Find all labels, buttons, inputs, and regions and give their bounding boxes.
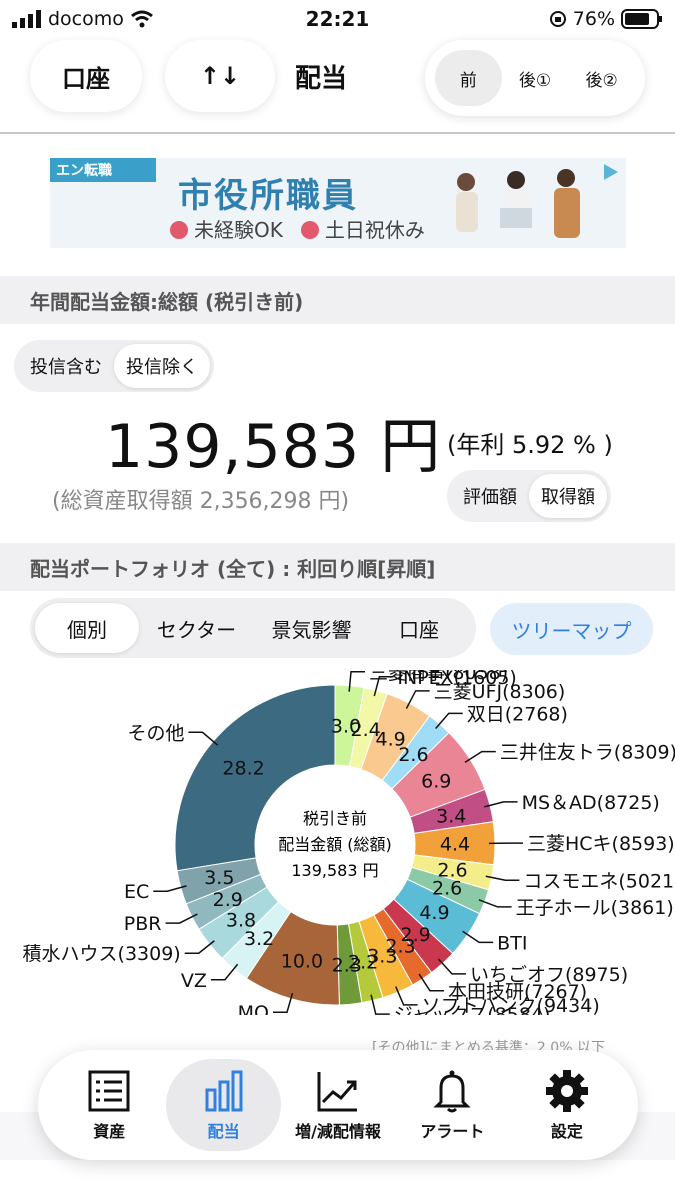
slice-name-label: 双日(2768)	[467, 703, 568, 725]
slice-name-label: MO	[238, 1002, 269, 1015]
tab-individual[interactable]: 個別	[35, 603, 139, 653]
slice-value-label: 6.9	[421, 771, 451, 793]
slice-name-label: 三菱UFJ(8306)	[434, 681, 566, 703]
slice-name-label: 三菱HCキ(8593)	[527, 833, 675, 855]
fund-include-option[interactable]: 投信含む	[18, 344, 114, 388]
slice-name-label: VZ	[181, 970, 207, 992]
bell-icon	[433, 1070, 472, 1113]
tab-sector[interactable]: セクター	[139, 603, 254, 653]
basis-toggle: 評価額 取得額	[447, 470, 611, 522]
basis-market-option[interactable]: 評価額	[451, 474, 529, 518]
slice-value-label: 3.5	[204, 867, 234, 889]
ad-headline: 市役所職員	[178, 176, 358, 216]
tax-option-after1[interactable]: 後①	[502, 50, 569, 106]
slice-value-label: 28.2	[222, 757, 264, 779]
ad-bullet-icon	[170, 221, 188, 239]
slice-value-label: 4.9	[419, 902, 449, 924]
slice-name-label: MS＆AD(8725)	[522, 792, 660, 814]
slice-name-label: コスモエネ(5021)	[523, 870, 675, 892]
slice-value-label: 3.8	[226, 910, 256, 932]
portfolio-section-header: 配当ポートフォリオ (全て) : 利回り順[昇順]	[0, 543, 675, 591]
ad-people-illustration	[456, 169, 580, 238]
fund-exclude-option[interactable]: 投信除く	[114, 344, 210, 388]
trend-up-icon	[317, 1072, 358, 1112]
fund-toggle: 投信含む 投信除く	[14, 340, 214, 392]
ad-choices-icon[interactable]	[600, 162, 620, 182]
ad-bullet-icon	[300, 221, 319, 239]
top-nav: 口座 ↑↓ 配当 前 後① 後②	[0, 20, 675, 132]
tax-option-before[interactable]: 前	[435, 50, 502, 106]
list-icon	[88, 1070, 130, 1112]
tab-settings[interactable]: 設定	[510, 1059, 624, 1151]
ad-point-2: 土日祝休み	[324, 218, 425, 242]
nav-divider	[0, 132, 675, 134]
slice-name-label: BTI	[497, 932, 527, 954]
gear-icon	[545, 1070, 588, 1112]
slice-name-label: 積水ハウス(3309)	[23, 943, 181, 965]
sort-button[interactable]: ↑↓	[165, 40, 275, 112]
tax-option-after2[interactable]: 後②	[568, 50, 635, 106]
tab-dividend[interactable]: 配当	[166, 1059, 281, 1151]
annual-yield: (年利 5.92 % )	[447, 431, 613, 459]
tab-assets[interactable]: 資産	[52, 1059, 166, 1151]
slice-name-label: ジャックス(8584)	[394, 1004, 551, 1015]
slice-value-label: 2.6	[432, 878, 462, 900]
tax-segment: 前 後① 後②	[425, 40, 645, 116]
account-button[interactable]: 口座	[30, 40, 142, 112]
tab-account[interactable]: 口座	[369, 603, 469, 653]
bar-chart-icon	[205, 1070, 243, 1112]
basis-acquisition-option[interactable]: 取得額	[529, 474, 607, 518]
slice-name-label: PBR	[124, 913, 162, 935]
tab-economy[interactable]: 景気影響	[254, 603, 369, 653]
dividend-donut-chart: 税引き前 配当金額 (総額) 139,583 円 3.0三菱商事(8058)2.…	[23, 670, 675, 1015]
tab-alert[interactable]: アラート	[395, 1059, 509, 1151]
center-label-3: 139,583 円	[291, 861, 378, 880]
page-title: 配当	[295, 64, 348, 94]
slice-value-label: 2.6	[398, 744, 428, 766]
annual-amount: 139,583 円	[105, 412, 442, 482]
slice-value-label: 2.9	[213, 889, 243, 911]
ad-logo: エン転職	[50, 158, 156, 182]
slice-value-label: 2.3	[332, 954, 362, 976]
center-label-2: 配当金額 (総額)	[278, 835, 392, 854]
ad-point-1: 未経験OK	[194, 218, 283, 242]
center-label-1: 税引き前	[303, 809, 367, 828]
slice-value-label: 10.0	[281, 950, 323, 972]
slice-value-label: 4.4	[440, 834, 470, 856]
acquisition-total: (総資産取得額 2,356,298 円)	[52, 489, 350, 514]
bottom-tab-bar: 資産 配当 増/減配情報 アラート 設定	[38, 1050, 638, 1160]
slice-name-label: EC	[124, 881, 149, 903]
slice-name-label: 王子ホール(3861)	[516, 897, 674, 919]
treemap-button[interactable]: ツリーマップ	[490, 603, 653, 655]
slice-name-label: 三井住友トラ(8309)	[500, 742, 675, 764]
annual-section-header: 年間配当金額:総額 (税引き前)	[0, 276, 675, 324]
portfolio-tabs: 個別 セクター 景気影響 口座	[30, 598, 476, 658]
tab-dividend-changes[interactable]: 増/減配情報	[281, 1059, 395, 1151]
ad-banner[interactable]: エン転職 市役所職員 未経験OK 土日祝休み	[50, 158, 626, 248]
slice-name-label: その他	[127, 722, 184, 744]
slice-value-label: 3.4	[436, 805, 466, 827]
